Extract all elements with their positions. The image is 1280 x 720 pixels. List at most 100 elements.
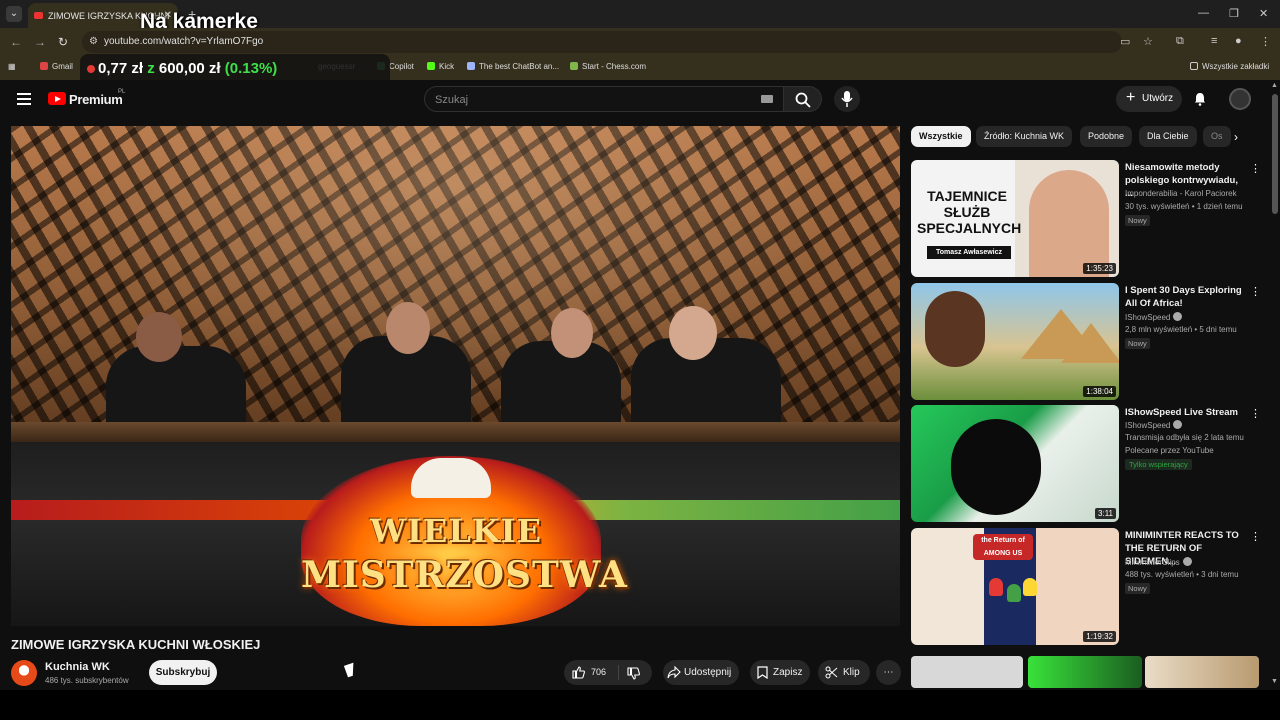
share-button[interactable]: Udostępnij [663, 660, 739, 685]
chip-source-channel[interactable]: Źródło: Kuchnia WK [976, 126, 1073, 147]
restore-icon[interactable]: ❐ [1229, 7, 1239, 20]
shorts-thumbnail[interactable] [911, 656, 1023, 688]
goal-percent: (0.13%) [224, 60, 278, 77]
goal-status-dot [87, 65, 95, 73]
scissors-icon [825, 666, 838, 679]
chip-more[interactable]: Os [1203, 126, 1231, 147]
video-thumbnail[interactable]: 1:38:04 [911, 283, 1119, 400]
thumbnail-face [1029, 170, 1109, 277]
video-watermark-line2: MISTRZOSTWA [301, 554, 628, 596]
notifications-bell-icon[interactable] [1194, 92, 1206, 106]
more-vertical-icon[interactable]: ⋮ [1250, 530, 1261, 543]
video-duration: 3:11 [1095, 508, 1116, 519]
video-person-2-head [386, 302, 430, 354]
recommendation-item[interactable]: 3:11 IShowSpeed Live Stream IShowSpeed T… [911, 405, 1261, 523]
save-button[interactable]: Zapisz [750, 660, 810, 685]
minimize-icon[interactable]: — [1198, 7, 1209, 19]
video-thumbnail[interactable]: 3:11 [911, 405, 1119, 522]
recommended-by-youtube: Polecane przez YouTube [1125, 446, 1214, 455]
back-icon[interactable]: ← [10, 35, 22, 49]
media-icon[interactable]: ≡ [1211, 35, 1217, 47]
recommendation-item[interactable]: the Return of AMONG US 1:19:32 MINIMINTE… [911, 528, 1261, 646]
recommendation-item[interactable]: 1:38:04 I Spent 30 Days Exploring All Of… [911, 283, 1261, 401]
cast-icon[interactable]: ▭ [1120, 35, 1130, 48]
bookmark-chatbot[interactable]: The best ChatBot an... [467, 62, 559, 71]
voice-search-button[interactable] [834, 86, 860, 112]
more-vertical-icon[interactable]: ⋮ [1250, 162, 1261, 175]
more-actions-button[interactable]: ⋯ [876, 660, 901, 685]
scrollbar-thumb[interactable] [1272, 94, 1278, 214]
clip-label: Klip [843, 667, 860, 678]
address-bar[interactable]: ⚙ youtube.com/watch?v=YrlamO7Fgo [82, 31, 1122, 53]
bookmark-kick[interactable]: Kick [427, 62, 454, 71]
search-button[interactable] [784, 86, 822, 112]
site-info-icon[interactable]: ⚙ [89, 36, 98, 47]
recommendation-channel[interactable]: MiniminterClips [1125, 557, 1192, 567]
video-thumbnail[interactable]: TAJEMNICE SŁUŻB SPECJALNYCH Tomasz Awłas… [911, 160, 1119, 277]
video-thumbnail[interactable]: the Return of AMONG US 1:19:32 [911, 528, 1119, 645]
channel-subscriber-count: 486 tys. subskrybentów [45, 676, 129, 685]
video-title: ZIMOWE IGRZYSKA KUCHNI WŁOSKIEJ [11, 637, 261, 652]
thumbnail-figure [951, 419, 1041, 515]
plus-icon: + [1126, 89, 1136, 106]
forward-icon[interactable]: → [34, 35, 46, 49]
page-scrollbar[interactable]: ▲ ▼ [1270, 80, 1280, 690]
save-label: Zapisz [773, 667, 803, 678]
scroll-down-icon[interactable]: ▼ [1271, 678, 1278, 685]
recommendation-item[interactable]: TAJEMNICE SŁUŻB SPECJALNYCH Tomasz Awłas… [911, 160, 1261, 278]
create-label: Utwórz [1142, 93, 1174, 104]
video-person-4-head [669, 306, 717, 360]
premium-label[interactable]: Premium [69, 92, 123, 107]
keyboard-icon[interactable] [761, 95, 773, 103]
recommendation-channel[interactable]: Imponderabilia - Karol Paciorek [1125, 189, 1237, 198]
scroll-up-icon[interactable]: ▲ [1271, 82, 1278, 89]
recommendation-meta: Transmisja odbyła się 2 lata temu [1125, 433, 1244, 442]
create-button[interactable]: + Utwórz [1116, 86, 1182, 112]
members-only-badge: Tylko wspierający [1125, 459, 1192, 470]
video-player[interactable]: WIELKIE MISTRZOSTWA [11, 126, 900, 626]
channel-avatar[interactable] [11, 660, 37, 686]
youtube-favicon-icon [34, 12, 43, 19]
recommendation-channel[interactable]: IShowSpeed [1125, 312, 1183, 322]
chrome-menu-icon[interactable]: ⋮ [1260, 35, 1271, 48]
search-input[interactable] [435, 92, 735, 107]
subscribe-button[interactable]: Subskrybuj [149, 660, 217, 685]
video-watermark-line1: WIELKIE [370, 512, 542, 550]
extensions-icon[interactable]: ⧉ [1176, 35, 1184, 48]
recommendation-channel[interactable]: IShowSpeed [1125, 420, 1183, 430]
verified-icon [1182, 557, 1192, 566]
url-text: youtube.com/watch?v=YrlamO7Fgo [104, 36, 264, 47]
youtube-logo-icon[interactable] [48, 92, 66, 105]
recommendation-title[interactable]: I Spent 30 Days Exploring All Of Africa! [1125, 284, 1245, 310]
chevron-right-icon[interactable]: › [1234, 130, 1238, 144]
reload-icon[interactable]: ↻ [58, 35, 68, 49]
video-table [11, 422, 900, 442]
account-avatar[interactable] [1229, 88, 1251, 110]
like-dislike-group: 706 [564, 660, 652, 685]
video-duration: 1:35:23 [1083, 263, 1116, 274]
channel-name[interactable]: Kuchnia WK [45, 661, 110, 673]
chip-similar[interactable]: Podobne [1080, 126, 1133, 147]
menu-icon[interactable] [17, 93, 31, 105]
more-vertical-icon[interactable]: ⋮ [1250, 285, 1261, 298]
thumbs-up-icon[interactable] [572, 666, 585, 679]
more-vertical-icon[interactable]: ⋮ [1250, 407, 1261, 420]
tab-search-icon[interactable]: ⌄ [6, 6, 22, 22]
profile-icon[interactable]: ● [1235, 35, 1242, 47]
shorts-thumbnail[interactable] [1145, 656, 1259, 688]
thumbnail-face [925, 291, 985, 367]
recommendation-title[interactable]: IShowSpeed Live Stream [1125, 406, 1245, 419]
close-window-icon[interactable]: ✕ [1259, 7, 1268, 20]
thumbnail-pyramid [1061, 323, 1119, 363]
shorts-thumbnail[interactable] [1028, 656, 1142, 688]
apps-icon[interactable]: ▦ [8, 62, 16, 71]
bookmark-gmail[interactable]: Gmail [40, 62, 73, 71]
video-person-1-head [136, 312, 182, 362]
all-bookmarks[interactable]: Wszystkie zakładki [1190, 62, 1269, 71]
clip-button[interactable]: Klip [818, 660, 870, 685]
bookmark-chess[interactable]: Start - Chess.com [570, 62, 646, 71]
chip-for-you[interactable]: Dla Ciebie [1139, 126, 1197, 147]
bookmark-star-icon[interactable]: ☆ [1143, 35, 1153, 48]
chip-all[interactable]: Wszystkie [911, 126, 971, 147]
thumbs-down-icon[interactable] [627, 667, 640, 680]
